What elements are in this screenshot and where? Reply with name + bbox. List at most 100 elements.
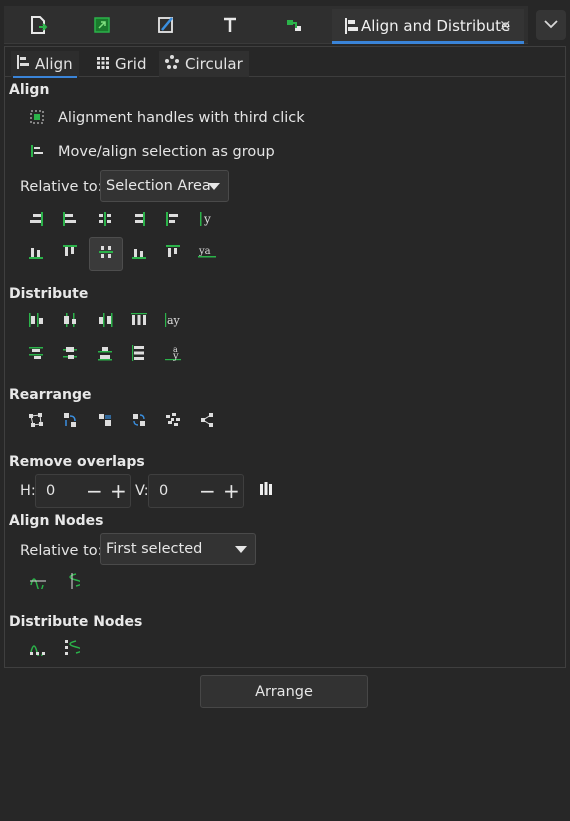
distribute-centers-horizontal-button[interactable] — [56, 308, 84, 336]
arrange-button[interactable]: Arrange — [200, 675, 368, 708]
nodes-relative-to-select[interactable]: First selected — [100, 533, 256, 565]
align-right-edges-button[interactable] — [125, 207, 153, 235]
export-image-icon[interactable] — [90, 12, 114, 38]
center-vertical-icon — [97, 211, 113, 231]
distribute-right-edges-button[interactable] — [91, 308, 119, 336]
align-right-to-left-anchor-button[interactable] — [22, 207, 50, 235]
graph-layout-button[interactable] — [22, 408, 50, 436]
dropdown-arrow-icon — [235, 546, 247, 553]
align-left-edge-icon — [165, 211, 181, 231]
distribute-nodes-horizontal-button[interactable] — [24, 636, 52, 664]
align-nodes-vertical-button[interactable] — [58, 569, 86, 597]
align-top-icon — [62, 244, 78, 264]
tab-grid[interactable]: Grid — [91, 51, 152, 77]
distribute-nodes-vertical-button[interactable] — [58, 636, 86, 664]
exchange-selection-order-button[interactable] — [56, 408, 84, 436]
distribute-hcenter-icon — [62, 312, 78, 332]
move-group-icon — [29, 143, 45, 163]
align-nodes-vertical-icon — [64, 573, 83, 593]
align-right-edge-icon — [28, 211, 44, 231]
horizontal-gap-spinbox[interactable]: 0 − + — [35, 474, 131, 508]
exchange-zorder-icon — [97, 412, 113, 432]
align-left-icon — [62, 211, 78, 231]
nodes-relative-to-label: Relative to: — [20, 543, 103, 559]
graph-nodes-icon — [28, 412, 44, 432]
horizontal-gap-decrement[interactable]: − — [86, 481, 103, 501]
alignment-handles-label: Alignment handles with third click — [58, 110, 305, 126]
horizontal-gap-increment[interactable]: + — [110, 481, 127, 501]
align-top-edge-icon — [165, 244, 181, 264]
align-left-edges-button[interactable] — [56, 207, 84, 235]
tab-circular-label: Circular — [185, 55, 243, 73]
vertical-gap-spinbox[interactable]: 0 − + — [148, 474, 244, 508]
svg-text:y: y — [203, 212, 211, 226]
center-vertical-axis-button[interactable] — [91, 207, 119, 235]
distribute-gaps-vertical-button[interactable] — [125, 341, 153, 369]
horizontal-gap-label: H: — [20, 483, 36, 499]
text-baseline-horizontal-icon: ya — [198, 244, 216, 264]
move-as-group-toggle[interactable] — [23, 139, 51, 167]
move-as-group-label: Move/align selection as group — [58, 144, 275, 160]
svg-text:ay: ay — [167, 314, 181, 327]
rotate-exchange-icon — [131, 412, 147, 432]
svg-text:ya: ya — [198, 246, 211, 257]
vertical-gap-decrement[interactable]: − — [199, 481, 216, 501]
distribute-bottom-edges-button[interactable] — [91, 341, 119, 369]
distribute-text-baseline-vertical-button[interactable]: ay — [159, 341, 187, 369]
align-top-to-bottom-anchor-button[interactable] — [159, 240, 187, 268]
vertical-gap-label: V: — [135, 483, 149, 499]
align-bottom-edges-button[interactable] — [125, 240, 153, 268]
tab-align[interactable]: Align — [11, 51, 79, 78]
align-icon — [17, 55, 29, 73]
document-properties-icon[interactable] — [26, 12, 50, 38]
text-font-icon[interactable] — [218, 12, 242, 38]
tab-align-and-distribute[interactable]: Align and Distribute × — [332, 9, 524, 44]
align-distribute-icon — [344, 18, 358, 38]
distribute-top-icon — [28, 345, 44, 365]
remove-overlaps-icon — [258, 480, 274, 500]
fill-stroke-icon[interactable] — [154, 12, 178, 38]
distribute-top-edges-button[interactable] — [22, 341, 50, 369]
unclump-objects-button[interactable] — [193, 408, 221, 436]
relative-to-select[interactable]: Selection Area — [100, 170, 229, 202]
align-bottom-to-top-anchor-button[interactable] — [22, 240, 50, 268]
align-nodes-section-title: Align Nodes — [9, 513, 104, 529]
distribute-left-edges-button[interactable] — [22, 308, 50, 336]
rearrange-section-title: Rearrange — [9, 387, 92, 403]
alignment-handles-icon — [29, 109, 45, 129]
distribute-gaps-horizontal-button[interactable] — [125, 308, 153, 336]
distribute-baseline-v-icon: ay — [165, 344, 181, 366]
align-text-baseline-vertical-button[interactable]: ya — [193, 240, 221, 268]
align-nodes-horizontal-button[interactable] — [24, 569, 52, 597]
remove-overlaps-section-title: Remove overlaps — [9, 454, 145, 470]
dock-menu-button[interactable] — [536, 10, 566, 40]
tab-grid-label: Grid — [115, 55, 147, 73]
distribute-section-title: Distribute — [9, 286, 89, 302]
grid-icon — [97, 55, 109, 73]
exchange-stacking-order-button[interactable] — [91, 408, 119, 436]
horizontal-gap-value: 0 — [46, 483, 56, 499]
distribute-text-baseline-horizontal-button[interactable]: ay — [159, 308, 187, 336]
align-text-baseline-horizontal-button[interactable]: y — [193, 207, 221, 235]
distribute-vgaps-icon — [131, 345, 147, 365]
alignment-handles-toggle[interactable] — [23, 105, 51, 133]
randomize-icon — [165, 412, 181, 432]
text-baseline-vertical-icon: y — [199, 211, 215, 231]
align-left-to-right-anchor-button[interactable] — [159, 207, 187, 235]
close-tab-icon[interactable]: × — [499, 16, 512, 34]
randomize-centers-button[interactable] — [159, 408, 187, 436]
align-top-edges-button[interactable] — [56, 240, 84, 268]
distribute-vcenter-icon — [62, 345, 78, 365]
center-horizontal-axis-button[interactable] — [89, 237, 123, 271]
align-right-icon — [131, 211, 147, 231]
exchange-clockwise-button[interactable] — [125, 408, 153, 436]
distribute-centers-vertical-button[interactable] — [56, 341, 84, 369]
dock-tab-bar: Align and Distribute × — [0, 0, 570, 46]
xml-editor-icon[interactable] — [282, 12, 306, 38]
vertical-gap-value: 0 — [159, 483, 169, 499]
vertical-gap-increment[interactable]: + — [223, 481, 240, 501]
remove-overlaps-button[interactable] — [252, 476, 280, 504]
tab-circular[interactable]: Circular — [159, 51, 249, 77]
relative-to-label: Relative to: — [20, 179, 103, 195]
center-horizontal-icon — [98, 244, 114, 264]
